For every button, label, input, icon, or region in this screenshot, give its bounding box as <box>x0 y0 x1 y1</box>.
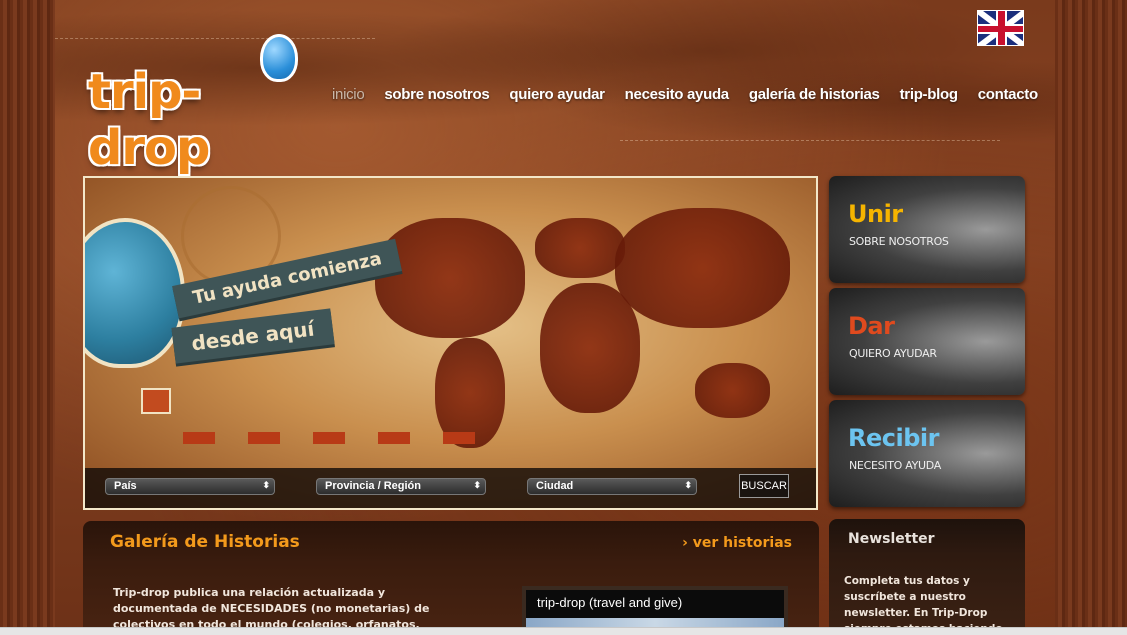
nav-inicio[interactable]: inicio <box>332 86 365 103</box>
horizontal-scrollbar[interactable] <box>0 627 1127 635</box>
hero-balloon-icon <box>85 218 185 368</box>
nav-sobre-nosotros[interactable]: sobre nosotros <box>384 86 489 103</box>
card-recibir[interactable]: Recibir NECESITO AYUDA <box>829 400 1025 507</box>
main-nav: inicio sobre nosotros quiero ayudar nece… <box>332 86 1058 103</box>
map-africa <box>540 283 640 413</box>
provincia-select-value: Provincia / Región <box>325 480 421 492</box>
card-subtitle: NECESITO AYUDA <box>849 459 941 472</box>
logo-text: trip-drop <box>88 64 210 176</box>
select-arrows-icon: ⬍ <box>262 480 270 490</box>
nav-trip-blog[interactable]: trip-blog <box>900 86 958 103</box>
card-subtitle: SOBRE NOSOTROS <box>849 235 949 248</box>
card-title: Unir <box>848 200 903 228</box>
nav-necesito-ayuda[interactable]: necesito ayuda <box>625 86 729 103</box>
basket-icon <box>141 388 171 414</box>
dotted-route <box>620 140 1000 141</box>
map-australia <box>695 363 770 418</box>
card-subtitle: QUIERO AYUDAR <box>849 347 937 360</box>
select-arrows-icon: ⬍ <box>473 480 481 490</box>
card-title: Dar <box>848 312 895 340</box>
nav-quiero-ayudar[interactable]: quiero ayudar <box>509 86 605 103</box>
gallery-panel: Galería de Historias › ver historias Tri… <box>83 521 819 635</box>
logo[interactable]: trip-drop <box>88 34 308 176</box>
nav-contacto[interactable]: contacto <box>978 86 1038 103</box>
route-dashes <box>183 432 475 444</box>
uk-flag-icon[interactable] <box>977 10 1024 46</box>
select-arrows-icon: ⬍ <box>684 480 692 490</box>
map-north-america <box>375 218 525 338</box>
search-bar: País ⬍ Provincia / Región ⬍ Ciudad ⬍ BUS… <box>85 468 816 508</box>
hero-banner: Tu ayuda comienza desde aquí País ⬍ Prov… <box>83 176 818 510</box>
ciudad-select-value: Ciudad <box>536 480 574 492</box>
gallery-title: Galería de Historias <box>110 532 300 552</box>
map-asia <box>615 208 790 328</box>
ciudad-select[interactable]: Ciudad ⬍ <box>527 478 697 495</box>
pais-select-value: País <box>114 480 137 492</box>
card-dar[interactable]: Dar QUIERO AYUDAR <box>829 288 1025 395</box>
provincia-select[interactable]: Provincia / Región ⬍ <box>316 478 486 495</box>
pais-select[interactable]: País ⬍ <box>105 478 275 495</box>
left-edge <box>0 0 55 635</box>
buscar-button[interactable]: BUSCAR <box>739 474 789 498</box>
video-title[interactable]: trip-drop (travel and give) <box>537 595 682 610</box>
map-europe <box>535 218 625 278</box>
nav-galeria[interactable]: galería de historias <box>749 86 880 103</box>
newsletter-text: Completa tus datos y suscríbete a nuestr… <box>844 575 1003 635</box>
ver-historias-link[interactable]: › ver historias <box>682 535 792 551</box>
card-unir[interactable]: Unir SOBRE NOSOTROS <box>829 176 1025 283</box>
card-title: Recibir <box>848 424 939 452</box>
newsletter-panel: Newsletter Completa tus datos y suscríbe… <box>829 519 1025 635</box>
banner-line2: desde aquí <box>171 308 335 364</box>
newsletter-title: Newsletter <box>848 531 935 547</box>
right-edge <box>1055 0 1127 635</box>
